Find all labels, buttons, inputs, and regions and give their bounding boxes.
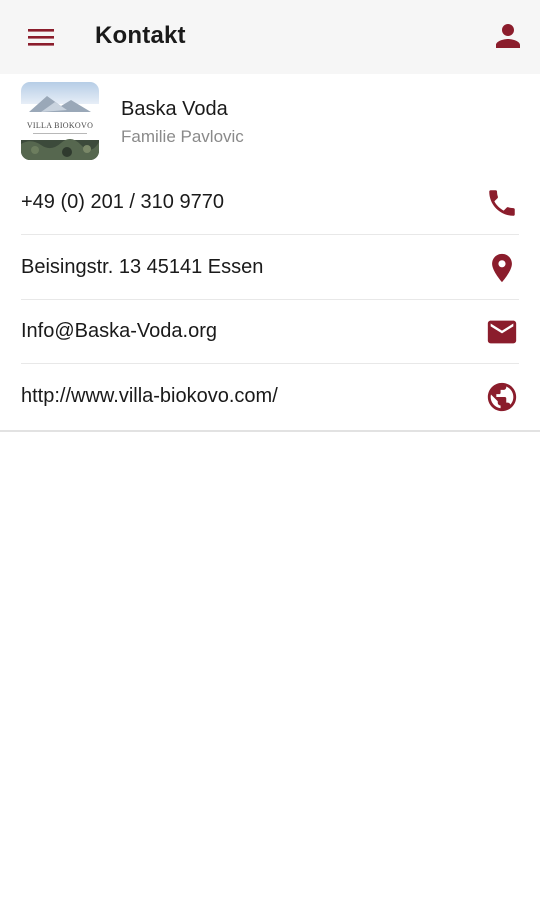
contact-subtitle: Familie Pavlovic [121, 127, 244, 146]
email-row[interactable]: Info@Baska-Voda.org [21, 299, 519, 364]
website-row[interactable]: http://www.villa-biokovo.com/ [21, 364, 519, 428]
location-pin-icon[interactable] [485, 251, 519, 285]
email-icon[interactable] [485, 315, 519, 349]
phone-icon[interactable] [485, 186, 519, 220]
person-icon [496, 24, 520, 48]
website-url: http://www.villa-biokovo.com/ [21, 385, 278, 407]
address-row[interactable]: Beisingstr. 13 45141 Essen [21, 235, 519, 300]
villa-biokovo-logo: VILLA BIOKOVO [21, 82, 99, 160]
address-text: Beisingstr. 13 45141 Essen [21, 256, 264, 278]
email-address: Info@Baska-Voda.org [21, 320, 217, 342]
globe-icon[interactable] [485, 380, 519, 414]
svg-text:VILLA BIOKOVO: VILLA BIOKOVO [27, 121, 93, 130]
phone-row[interactable]: +49 (0) 201 / 310 9770 [21, 170, 519, 235]
page-title: Kontakt [95, 22, 186, 49]
contact-header: VILLA BIOKOVO Baska Voda Familie Pavlovi… [0, 74, 540, 170]
contact-card: VILLA BIOKOVO Baska Voda Familie Pavlovi… [0, 74, 540, 432]
profile-button[interactable] [490, 18, 526, 54]
hamburger-menu-icon [28, 29, 54, 46]
contact-name: Baska Voda [121, 98, 228, 120]
menu-button[interactable] [18, 20, 66, 56]
app-bar: Kontakt [0, 0, 540, 74]
phone-number: +49 (0) 201 / 310 9770 [21, 191, 224, 213]
